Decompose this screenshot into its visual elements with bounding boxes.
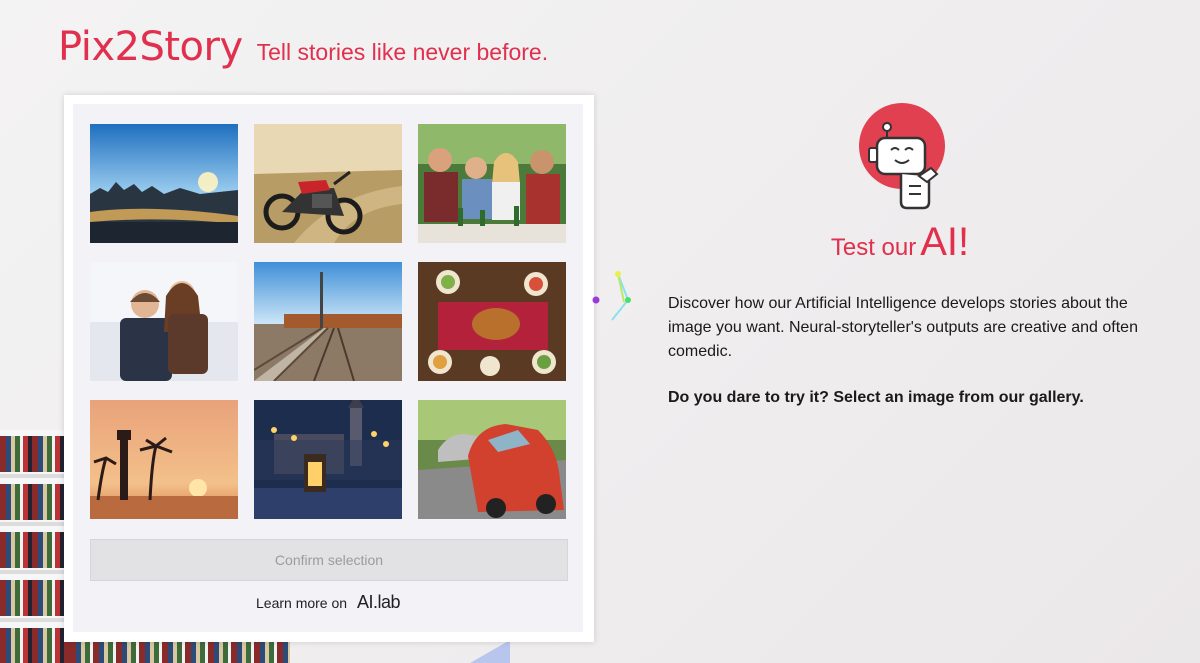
decorative-network-shape <box>592 271 631 321</box>
brand-logo[interactable]: Pix2Story <box>58 24 243 70</box>
bookshelf-bottom-background <box>70 640 290 663</box>
gallery-image-feast[interactable] <box>418 262 566 381</box>
bookshelf-background <box>0 430 70 663</box>
gallery-image-cars[interactable] <box>418 400 566 519</box>
promo-cta: Do you dare to try it? Select an image f… <box>668 389 1084 406</box>
promo-title-big: AI! <box>920 220 970 264</box>
gallery-image-couple[interactable] <box>90 262 238 381</box>
gallery-card: Confirm selection Learn more on AI.lab <box>64 95 594 642</box>
robot-icon <box>859 103 945 210</box>
gallery-image-friends[interactable] <box>418 124 566 243</box>
header: Pix2Story Tell stories like never before… <box>58 24 548 70</box>
decorative-wedge <box>470 640 510 663</box>
confirm-selection-button[interactable]: Confirm selection <box>90 539 568 581</box>
tagline: Tell stories like never before. <box>256 39 549 65</box>
learn-more-text: Learn more on <box>256 595 348 611</box>
gallery-image-city[interactable] <box>90 124 238 243</box>
gallery-image-market[interactable] <box>254 400 402 519</box>
learn-more: Learn more on AI.lab <box>73 592 583 613</box>
gallery-image-lighthouse[interactable] <box>90 400 238 519</box>
promo-description: Discover how our Artificial Intelligence… <box>668 295 1138 360</box>
promo-title: Test our AI! <box>760 220 1040 265</box>
promo-title-small: Test our <box>830 234 917 261</box>
gallery-panel: Confirm selection Learn more on AI.lab <box>73 104 583 632</box>
gallery-image-railway[interactable] <box>254 262 402 381</box>
ai-lab-link[interactable]: AI.lab <box>357 592 401 612</box>
gallery-image-motorcycle[interactable] <box>254 124 402 243</box>
